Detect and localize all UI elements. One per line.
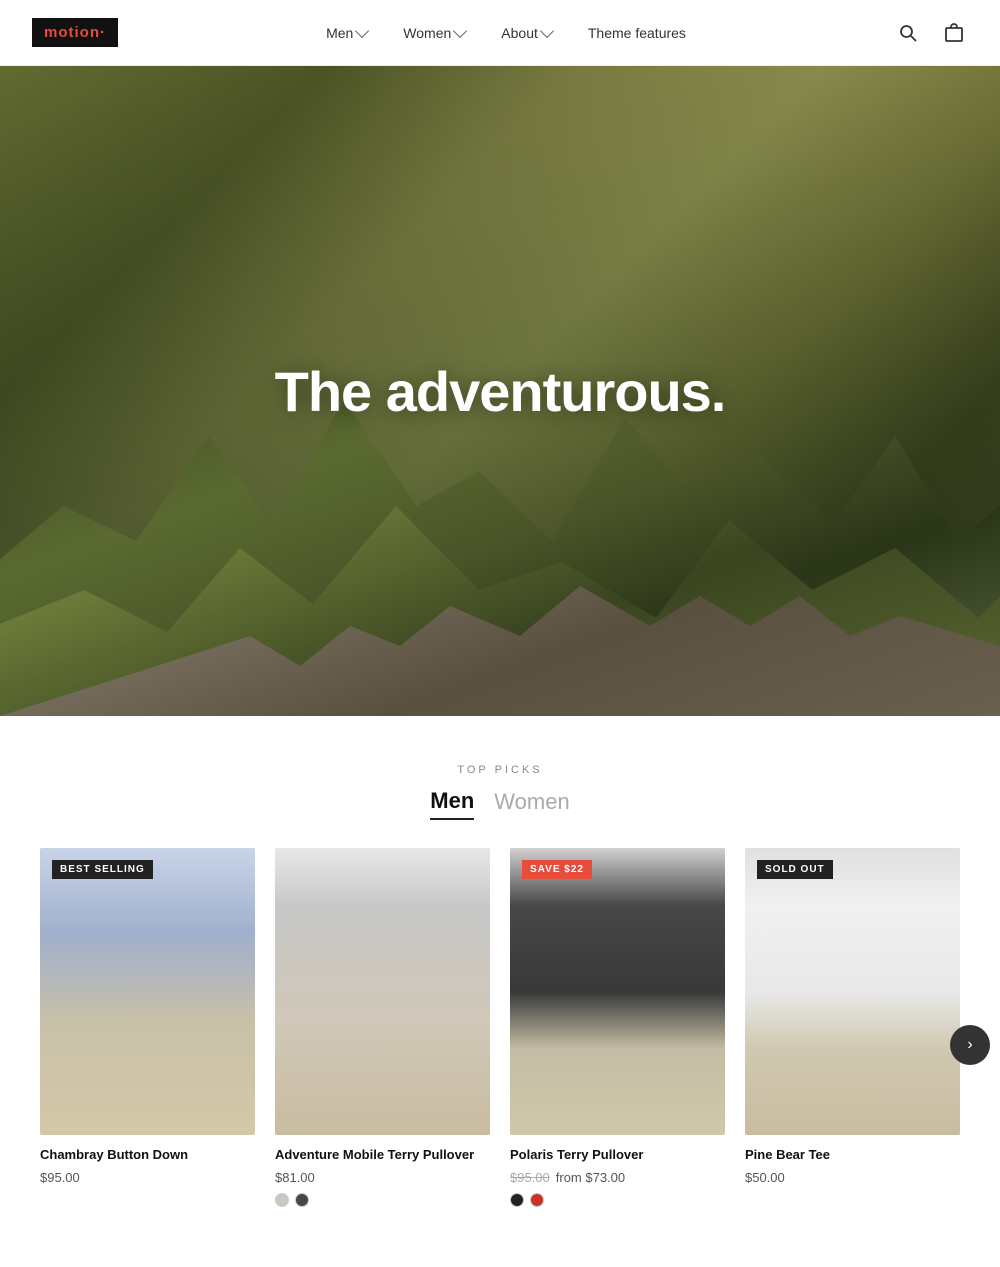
hero-section: The adventurous. [0,66,1000,716]
nav-item-about-label: About [501,25,538,41]
chevron-down-icon [355,24,369,38]
top-picks-section: TOP PICKS Men Women [0,716,1000,820]
logo-accent: · [100,24,106,41]
product-badge: SOLD OUT [757,860,833,879]
product-name: Polaris Terry Pullover [510,1147,725,1164]
products-grid: BEST SELLING Chambray Button Down $95.00… [40,848,960,1207]
product-name: Chambray Button Down [40,1147,255,1164]
product-photo [275,848,490,1135]
chevron-down-icon [540,24,554,38]
color-swatches [275,1193,490,1207]
product-card[interactable]: BEST SELLING Chambray Button Down $95.00 [40,848,255,1207]
product-card[interactable]: SAVE $22 Polaris Terry Pullover $95.00 f… [510,848,725,1207]
color-swatch[interactable] [530,1193,544,1207]
nav-item-about[interactable]: About [487,17,566,49]
product-name: Pine Bear Tee [745,1147,960,1164]
price: $81.00 [275,1170,315,1185]
nav-item-men-label: Men [326,25,353,41]
header-icons [894,19,968,47]
cart-button[interactable] [940,19,968,47]
nav-item-men[interactable]: Men [312,17,381,49]
cart-icon [944,23,964,43]
color-swatch[interactable] [275,1193,289,1207]
products-section: BEST SELLING Chambray Button Down $95.00… [0,848,1000,1267]
product-image: BEST SELLING [40,848,255,1135]
product-card[interactable]: Adventure Mobile Terry Pullover $81.00 [275,848,490,1207]
nav-item-women[interactable]: Women [389,17,479,49]
search-button[interactable] [894,19,922,47]
product-name: Adventure Mobile Terry Pullover [275,1147,490,1164]
nav-item-women-label: Women [403,25,451,41]
price: $95.00 [40,1170,80,1185]
color-swatch[interactable] [295,1193,309,1207]
tab-women[interactable]: Women [494,789,569,819]
product-photo [745,848,960,1135]
color-swatches [510,1193,725,1207]
search-icon [898,23,918,43]
product-badge: BEST SELLING [52,860,153,879]
tab-men[interactable]: Men [430,788,474,820]
header: motion· Men Women About Theme features [0,0,1000,66]
hero-tagline: The adventurous. [275,359,726,424]
nav-item-theme-features[interactable]: Theme features [574,17,700,49]
logo[interactable]: motion· [32,18,118,47]
chevron-down-icon [453,24,467,38]
product-image: SOLD OUT [745,848,960,1135]
logo-text: motion [44,24,100,41]
color-swatch[interactable] [510,1193,524,1207]
product-photo [40,848,255,1135]
product-price: $95.00 [40,1170,255,1185]
product-image [275,848,490,1135]
main-nav: Men Women About Theme features [118,17,894,49]
nav-item-theme-features-label: Theme features [588,25,686,41]
product-price: $95.00 from $73.00 [510,1170,725,1185]
next-button[interactable]: › [950,1025,990,1065]
product-card[interactable]: SOLD OUT Pine Bear Tee $50.00 [745,848,960,1207]
price-from: from $73.00 [556,1170,625,1185]
top-picks-label: TOP PICKS [32,764,968,776]
product-price: $81.00 [275,1170,490,1185]
price-original: $95.00 [510,1170,550,1185]
product-badge: SAVE $22 [522,860,592,879]
product-image: SAVE $22 [510,848,725,1135]
picks-tabs: Men Women [32,788,968,820]
price: $50.00 [745,1170,785,1185]
product-price: $50.00 [745,1170,960,1185]
product-photo [510,848,725,1135]
